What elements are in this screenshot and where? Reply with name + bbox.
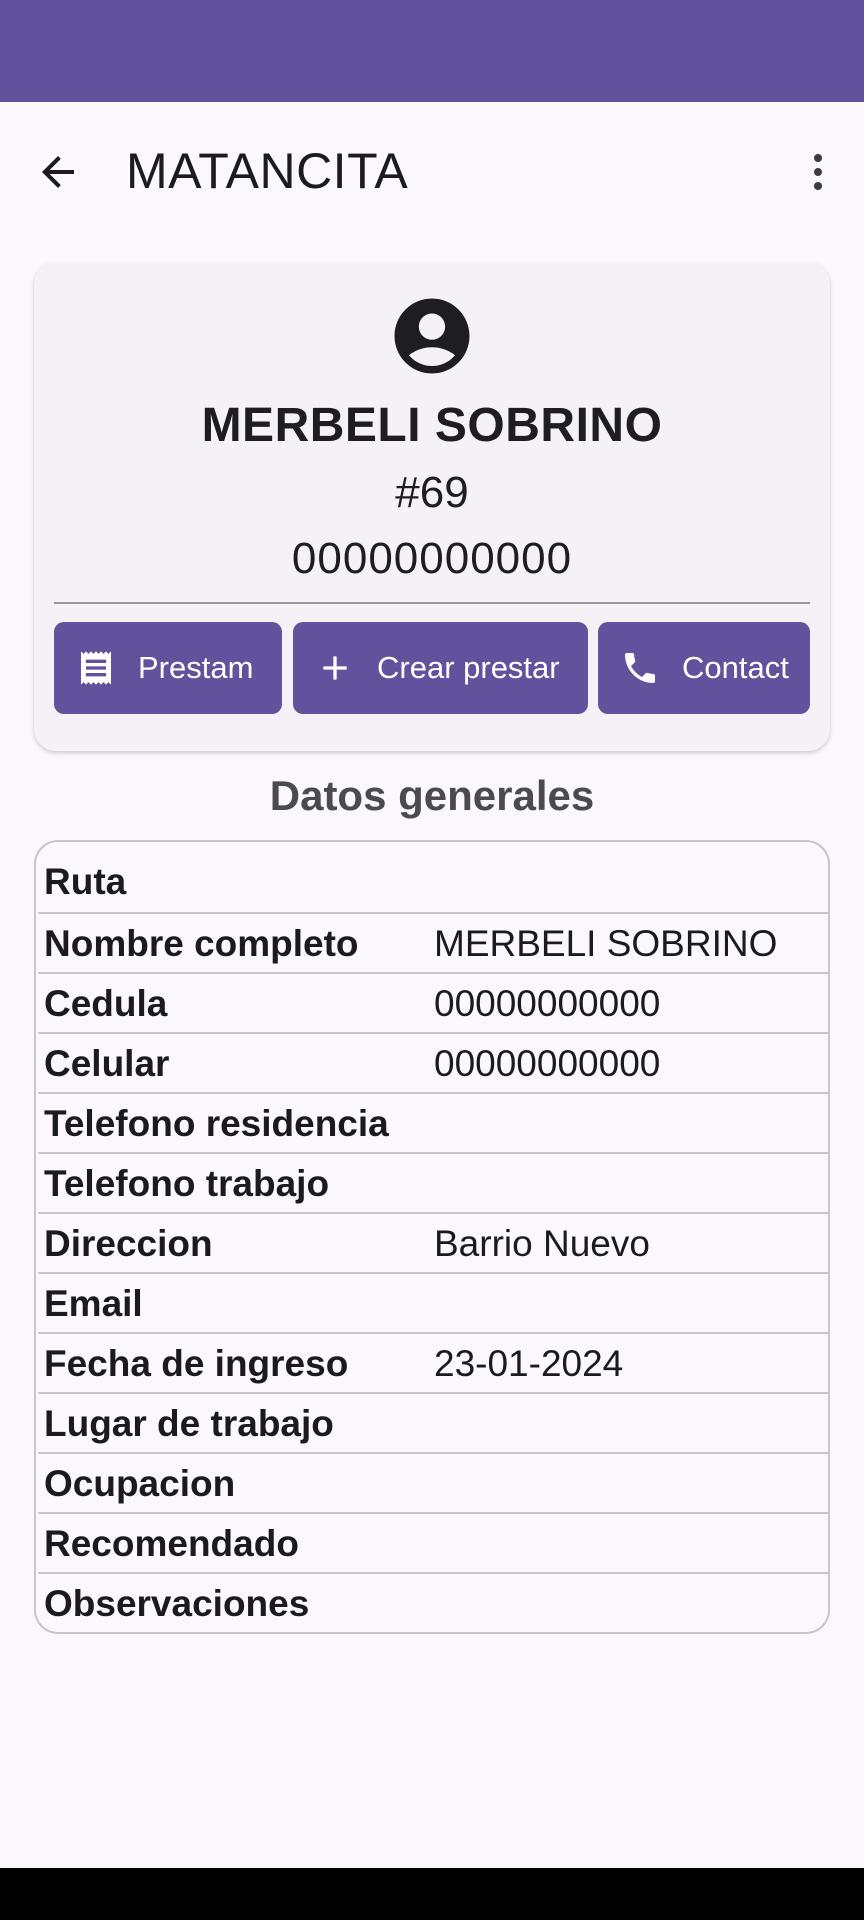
navigation-bar bbox=[0, 1868, 864, 1920]
field-label: Observaciones bbox=[44, 1583, 310, 1624]
field-value: 00000000000 bbox=[434, 1043, 661, 1084]
section-title: Datos generales bbox=[269, 772, 595, 819]
table-row: Cedula 00000000000 bbox=[38, 972, 828, 1032]
contactar-label: Contact bbox=[682, 650, 789, 685]
more-vertical-icon bbox=[814, 154, 822, 190]
field-label: Recomendado bbox=[44, 1523, 299, 1564]
client-cedula: 00000000000 bbox=[291, 534, 573, 583]
table-row: Recomendado bbox=[38, 1512, 828, 1572]
table-row: Celular 00000000000 bbox=[38, 1032, 828, 1092]
crear-prestamo-label: Crear prestar bbox=[377, 650, 560, 685]
client-number: #69 bbox=[395, 468, 469, 517]
field-label: Direccion bbox=[44, 1223, 213, 1264]
table-row: Ruta bbox=[38, 852, 828, 912]
client-name: MERBELI SOBRINO bbox=[201, 399, 663, 452]
field-value: MERBELI SOBRINO bbox=[434, 923, 778, 964]
status-bar bbox=[0, 0, 864, 102]
receipt-icon bbox=[81, 651, 111, 685]
account-circle-icon bbox=[394, 298, 470, 374]
field-label: Nombre completo bbox=[44, 923, 359, 964]
field-label: Celular bbox=[44, 1043, 170, 1084]
prestamos-label: Prestam bbox=[138, 650, 254, 685]
divider bbox=[54, 602, 810, 604]
field-label: Cedula bbox=[44, 983, 168, 1024]
prestamos-button[interactable]: Prestam bbox=[54, 622, 282, 714]
field-value: Barrio Nuevo bbox=[434, 1223, 650, 1264]
field-value: 23-01-2024 bbox=[434, 1343, 624, 1384]
plus-icon bbox=[323, 656, 347, 680]
table-row: Nombre completo MERBELI SOBRINO bbox=[38, 912, 828, 972]
table-row: Fecha de ingreso 23-01-2024 bbox=[38, 1332, 828, 1392]
table-row: Lugar de trabajo bbox=[38, 1392, 828, 1452]
app-bar: MATANCITA bbox=[0, 102, 864, 242]
field-label: Telefono residencia bbox=[44, 1103, 389, 1144]
field-value: 00000000000 bbox=[434, 983, 661, 1024]
overflow-menu-button[interactable] bbox=[782, 136, 854, 208]
table-row: Ocupacion bbox=[38, 1452, 828, 1512]
table-row: Email bbox=[38, 1272, 828, 1332]
field-label: Ocupacion bbox=[44, 1463, 236, 1504]
field-label: Lugar de trabajo bbox=[44, 1403, 334, 1444]
back-button[interactable] bbox=[22, 136, 94, 208]
phone-icon bbox=[625, 653, 655, 683]
contactar-button[interactable]: Contact bbox=[598, 622, 810, 714]
datos-generales-table: Ruta Nombre completo MERBELI SOBRINO Ced… bbox=[34, 840, 830, 1634]
table-row: Observaciones bbox=[38, 1572, 828, 1632]
table-row: Telefono residencia bbox=[38, 1092, 828, 1152]
arrow-left-icon bbox=[42, 156, 74, 188]
field-label: Fecha de ingreso bbox=[44, 1343, 349, 1384]
field-label: Ruta bbox=[44, 861, 127, 902]
crear-prestamo-button[interactable]: Crear prestar bbox=[293, 622, 588, 714]
table-row: Telefono trabajo bbox=[38, 1152, 828, 1212]
profile-card: MERBELI SOBRINO #69 00000000000 Prestam … bbox=[34, 262, 830, 751]
table-row: Direccion Barrio Nuevo bbox=[38, 1212, 828, 1272]
page-title: MATANCITA bbox=[126, 143, 409, 199]
field-label: Email bbox=[44, 1283, 143, 1324]
field-label: Telefono trabajo bbox=[44, 1163, 330, 1204]
